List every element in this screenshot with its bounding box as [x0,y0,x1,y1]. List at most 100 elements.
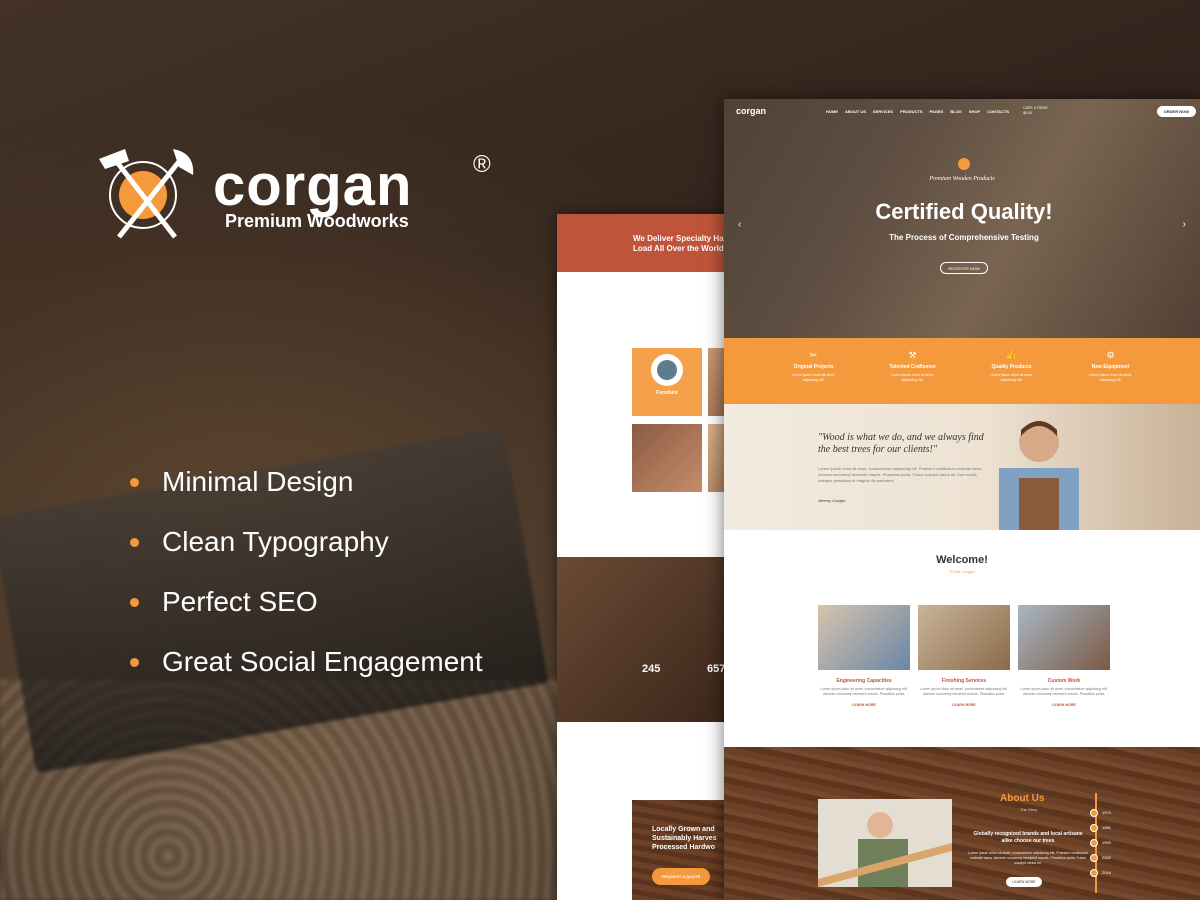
timeline-year: 2016 [1102,870,1111,876]
secondary-page-preview: We Deliver Specialty Ha Load All Over th… [557,214,732,900]
about-learn-more-button[interactable]: LEARN MORE [1006,877,1042,887]
timeline-item[interactable]: 2002 [1090,854,1130,862]
timeline-year: 1993 [1102,840,1111,846]
feature-desc: Lorem ipsum dolor sit amet, adipiscing e… [791,373,836,382]
nav-logo[interactable]: corgan [736,106,766,116]
tile-label: Furniture [656,390,678,396]
top-nav: corgan HOME ABOUT US SERVICES PRODUCTS P… [724,99,1200,123]
welcome-title: Welcome! [936,554,988,566]
badge-icon [958,158,970,170]
feature-card: ⚙ New Equipment Lorem ipsum dolor sit am… [1066,338,1156,404]
about-subtitle: The Story [1020,807,1038,812]
feature-list: Minimal Design Clean Typography Perfect … [130,452,483,692]
stats-section: 245 657 [557,557,732,722]
furniture-image [651,354,683,386]
service-desc: Lorem ipsum dolor sit amet, consectetuer… [920,687,1008,696]
feature-label: Minimal Design [162,466,354,497]
learn-more-link[interactable]: LEARN MORE [918,703,1010,707]
bullet-icon [130,597,139,607]
timeline-year: 1981 [1102,825,1111,831]
feature-label: Clean Typography [162,526,389,557]
banner-text: We Deliver Specialty Ha Load All Over th… [557,214,732,272]
service-title: Engineering Capacities [836,678,892,684]
service-title: Custom Work [1047,678,1081,684]
service-title: Finishing Services [941,678,987,684]
promo-text: Locally Grown and Sustainably Harves Pro… [652,826,717,851]
nav-item-about[interactable]: ABOUT US [845,109,866,114]
about-section: About Us The Story Globally recognized b… [724,747,1200,900]
service-image [918,605,1010,670]
registered-mark: ® [473,151,491,178]
bullet-icon [130,537,139,547]
learn-more-link[interactable]: LEARN MORE [818,703,910,707]
saw-icon: ✂ [809,350,818,360]
features-bar: ✂ Original Projects Lorem ipsum dolor si… [724,338,1200,404]
service-image [818,605,910,670]
feature-item: Clean Typography [130,512,483,572]
feature-card: ⚒ Talented Craftsmen Lorem ipsum dolor s… [868,338,958,404]
hammer-axe-logo-icon [99,149,194,239]
feature-card: ✂ Original Projects Lorem ipsum dolor si… [769,338,859,404]
nav-item-blog[interactable]: BLOG [950,109,962,114]
timeline-year: 1974 [1102,810,1111,816]
hero-title: Certified Quality! [875,199,1053,224]
register-now-button[interactable]: REGISTER NOW [940,262,988,274]
carpenter-photo [818,799,952,887]
feature-item: Minimal Design [130,452,483,512]
testimonial-section: "Wood is what we do, and we always find … [724,404,1200,530]
craftsman-photo [999,421,1079,530]
nav-item-contacts[interactable]: CONTACTS [987,109,1009,114]
about-heading: Globally recognized brands and local art… [973,831,1083,844]
timeline-item[interactable]: 1993 [1090,839,1130,847]
hero-subtitle: The Process of Comprehensive Testing [889,233,1039,242]
order-now-button[interactable]: ORDER NOW [1156,105,1196,117]
quote-body: Lorem ipsum dolor sit amet, consectetuer… [818,466,983,483]
feature-desc: Lorem ipsum dolor sit amet, adipiscing e… [1088,373,1133,382]
brand-tagline: Premium Woodworks [225,211,409,231]
nav-item-services[interactable]: SERVICES [873,109,893,114]
service-card: Finishing Services Lorem ipsum dolor sit… [918,605,1010,707]
service-card: Custom Work Lorem ipsum dolor sit amet, … [1018,605,1110,707]
bullet-icon [130,657,139,667]
plane-tool-icon: ⚙ [1106,350,1115,360]
service-desc: Lorem ipsum dolor sit amet, consectetuer… [1020,687,1108,696]
brand-name: corgan [213,153,413,218]
welcome-subtitle: To the Corgan [949,569,975,574]
nav-menu: HOME ABOUT US SERVICES PRODUCTS PAGES BL… [826,109,1009,114]
nav-item-products[interactable]: PRODUCTS [900,109,922,114]
feature-item: Perfect SEO [130,572,483,632]
feature-desc: Lorem ipsum dolor sit amet, adipiscing e… [890,373,935,382]
hero-pretitle: Premium Wooden Products [929,176,995,182]
nav-item-home[interactable]: HOME [826,109,838,114]
service-card: Engineering Capacities Lorem ipsum dolor… [818,605,910,707]
feature-desc: Lorem ipsum dolor sit amet, adipiscing e… [989,373,1034,382]
quote-text: "Wood is what we do, and we always find … [818,432,984,455]
feature-title: New Equipment [1091,364,1130,370]
timeline-item[interactable]: 2016 [1090,869,1130,877]
feature-card: 👍 Quality Products Lorem ipsum dolor sit… [967,338,1057,404]
homepage-preview: corgan HOME ABOUT US SERVICES PRODUCTS P… [724,99,1200,900]
stat-value: 245 [642,663,661,675]
feature-title: Quality Products [991,364,1032,370]
bullet-icon [130,477,139,487]
feature-label: Perfect SEO [162,586,318,617]
welcome-section: Welcome! To the Corgan [724,554,1200,574]
craftsman-photo [632,424,702,492]
thumbs-up-icon: 👍 [1005,350,1018,360]
feature-title: Talented Craftsmen [889,364,936,370]
timeline-item[interactable]: 1974 [1090,809,1130,817]
feature-label: Great Social Engagement [162,646,483,677]
learn-more-link[interactable]: LEARN MORE [1018,703,1110,707]
furniture-tile[interactable]: Furniture [632,348,702,416]
service-desc: Lorem ipsum dolor sit amet, consectetuer… [820,687,908,696]
wood-promo: Locally Grown and Sustainably Harves Pro… [632,800,732,900]
nav-item-shop[interactable]: SHOP [969,109,980,114]
hammer-icon: ⚒ [908,350,917,360]
cart-summary[interactable]: CART: 0 ITEMS $0.00 [1023,106,1048,116]
request-quote-button[interactable]: REQUEST A QUOTE [652,868,711,885]
timeline-item[interactable]: 1981 [1090,824,1130,832]
nav-item-pages[interactable]: PAGES [930,109,944,114]
timeline-year: 2002 [1102,855,1111,861]
hero-section: corgan HOME ABOUT US SERVICES PRODUCTS P… [724,99,1200,338]
brand-logo: corgan ® Premium Woodworks [95,145,515,255]
